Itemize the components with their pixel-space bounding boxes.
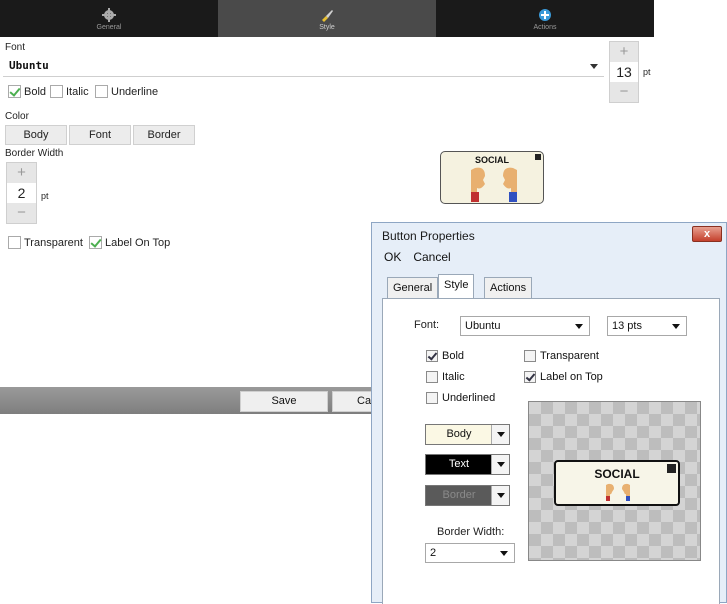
- font-color-button[interactable]: Font: [69, 125, 131, 145]
- checkbox-checked-icon: [89, 236, 102, 249]
- checkbox-checked-icon: [426, 350, 438, 362]
- corner-flag-icon: [667, 464, 676, 473]
- font-label: Font: [5, 42, 26, 53]
- gear-icon: [101, 6, 117, 24]
- ok-menu-item[interactable]: OK: [384, 250, 401, 264]
- font-size-decrease-button[interactable]: −: [610, 82, 638, 102]
- transparent-label: Transparent: [24, 236, 83, 249]
- two-people-talking-icon: [471, 167, 517, 202]
- dialog-bold-checkbox[interactable]: Bold: [426, 350, 464, 362]
- border-width-increase-button[interactable]: +: [7, 163, 36, 183]
- dialog-preview-label: SOCIAL: [594, 467, 640, 481]
- dialog-transparent-checkbox[interactable]: Transparent: [524, 350, 599, 362]
- dialog-label-on-top-label: Label on Top: [540, 371, 603, 383]
- tab-general[interactable]: General: [0, 0, 218, 37]
- dialog-size-dropdown[interactable]: 13 pts: [607, 316, 687, 336]
- close-icon[interactable]: x: [692, 226, 722, 242]
- dialog-underlined-label: Underlined: [442, 392, 496, 404]
- bold-checkbox[interactable]: Bold: [8, 85, 46, 98]
- color-label: Color: [5, 111, 29, 122]
- checkbox-icon: [50, 85, 63, 98]
- tab-style-label: Style: [319, 24, 335, 31]
- dropdown-arrow-icon: [491, 455, 509, 474]
- checkbox-checked-icon: [8, 85, 21, 98]
- font-size-value[interactable]: 13: [610, 62, 638, 82]
- cancel-menu-item[interactable]: Cancel: [413, 250, 450, 264]
- body-color-button[interactable]: Body: [5, 125, 67, 145]
- dialog-title: Button Properties: [382, 229, 475, 243]
- dropdown-arrow-icon: [491, 486, 509, 505]
- dialog-tab-actions[interactable]: Actions: [484, 277, 533, 299]
- border-color-selector[interactable]: Border: [425, 485, 510, 506]
- dialog-bold-label: Bold: [442, 350, 465, 362]
- dialog-font-dropdown[interactable]: Ubuntu: [460, 316, 590, 336]
- label-on-top-checkbox[interactable]: Label On Top: [89, 236, 170, 249]
- underline-checkbox[interactable]: Underline: [95, 85, 158, 98]
- font-size-unit: pt: [643, 67, 651, 77]
- dialog-button-preview: SOCIAL: [554, 460, 680, 506]
- bold-label: Bold: [24, 85, 47, 98]
- dropdown-arrow-icon: [575, 324, 583, 329]
- dialog-size-value: 13 pts: [612, 320, 642, 332]
- dialog-label-on-top-checkbox[interactable]: Label on Top: [524, 371, 603, 383]
- italic-label: Italic: [66, 85, 89, 98]
- button-preview: SOCIAL: [440, 151, 544, 204]
- font-value: Ubuntu: [9, 59, 49, 72]
- tab-bar: General Style Actions: [0, 0, 654, 37]
- dialog-italic-checkbox[interactable]: Italic: [426, 371, 465, 383]
- font-size-stepper: + 13 −: [609, 41, 639, 103]
- transparent-checkbox[interactable]: Transparent: [8, 236, 83, 249]
- dialog-border-width-value: 2: [430, 547, 437, 559]
- dialog-font-value: Ubuntu: [465, 320, 501, 332]
- plus-circle-icon: [538, 6, 552, 24]
- checkbox-icon: [426, 371, 438, 383]
- tab-actions-label: Actions: [533, 24, 557, 31]
- tab-actions[interactable]: Actions: [436, 0, 654, 37]
- dialog-font-label: Font:: [414, 319, 440, 331]
- border-width-stepper: + 2 −: [6, 162, 37, 224]
- border-width-value[interactable]: 2: [7, 183, 36, 203]
- dropdown-arrow-icon: [500, 551, 508, 556]
- dropdown-arrow-icon: [672, 324, 680, 329]
- dialog-menu: OK Cancel: [384, 250, 451, 264]
- font-size-increase-button[interactable]: +: [610, 42, 638, 62]
- corner-flag-icon: [535, 154, 541, 160]
- brush-icon: [320, 6, 334, 24]
- checkbox-icon: [524, 350, 536, 362]
- checkbox-checked-icon: [524, 371, 536, 383]
- font-dropdown[interactable]: Ubuntu: [3, 55, 604, 77]
- dialog-italic-label: Italic: [442, 371, 465, 383]
- dialog-border-width-dropdown[interactable]: 2: [425, 543, 515, 563]
- tab-general-label: General: [96, 24, 122, 31]
- body-color-selector[interactable]: Body: [425, 424, 510, 445]
- checkbox-icon: [426, 392, 438, 404]
- two-people-talking-icon: [606, 483, 630, 501]
- label-on-top-label: Label On Top: [105, 236, 171, 249]
- tab-style[interactable]: Style: [218, 0, 436, 37]
- text-color-selector[interactable]: Text: [425, 454, 510, 475]
- border-width-label: Border Width: [5, 148, 64, 159]
- border-color-button[interactable]: Border: [133, 125, 195, 145]
- dialog-border-width-label: Border Width:: [437, 526, 505, 538]
- dialog-tab-style[interactable]: Style: [438, 274, 475, 298]
- save-button[interactable]: Save: [240, 391, 328, 412]
- dropdown-arrow-icon: [491, 425, 509, 444]
- preview-label: SOCIAL: [474, 155, 509, 165]
- underline-label: Underline: [111, 85, 159, 98]
- italic-checkbox[interactable]: Italic: [50, 85, 89, 98]
- dialog-underlined-checkbox[interactable]: Underlined: [426, 392, 495, 404]
- dialog-transparent-label: Transparent: [540, 350, 599, 362]
- text-color-swatch: Text: [427, 456, 491, 473]
- dropdown-arrow-icon: [590, 64, 598, 69]
- border-width-unit: pt: [41, 191, 49, 201]
- dialog-tab-general[interactable]: General: [387, 277, 439, 299]
- border-color-swatch: Border: [427, 487, 491, 504]
- border-width-decrease-button[interactable]: −: [7, 203, 36, 223]
- checkbox-icon: [8, 236, 21, 249]
- checkbox-icon: [95, 85, 108, 98]
- body-color-swatch: Body: [427, 426, 491, 443]
